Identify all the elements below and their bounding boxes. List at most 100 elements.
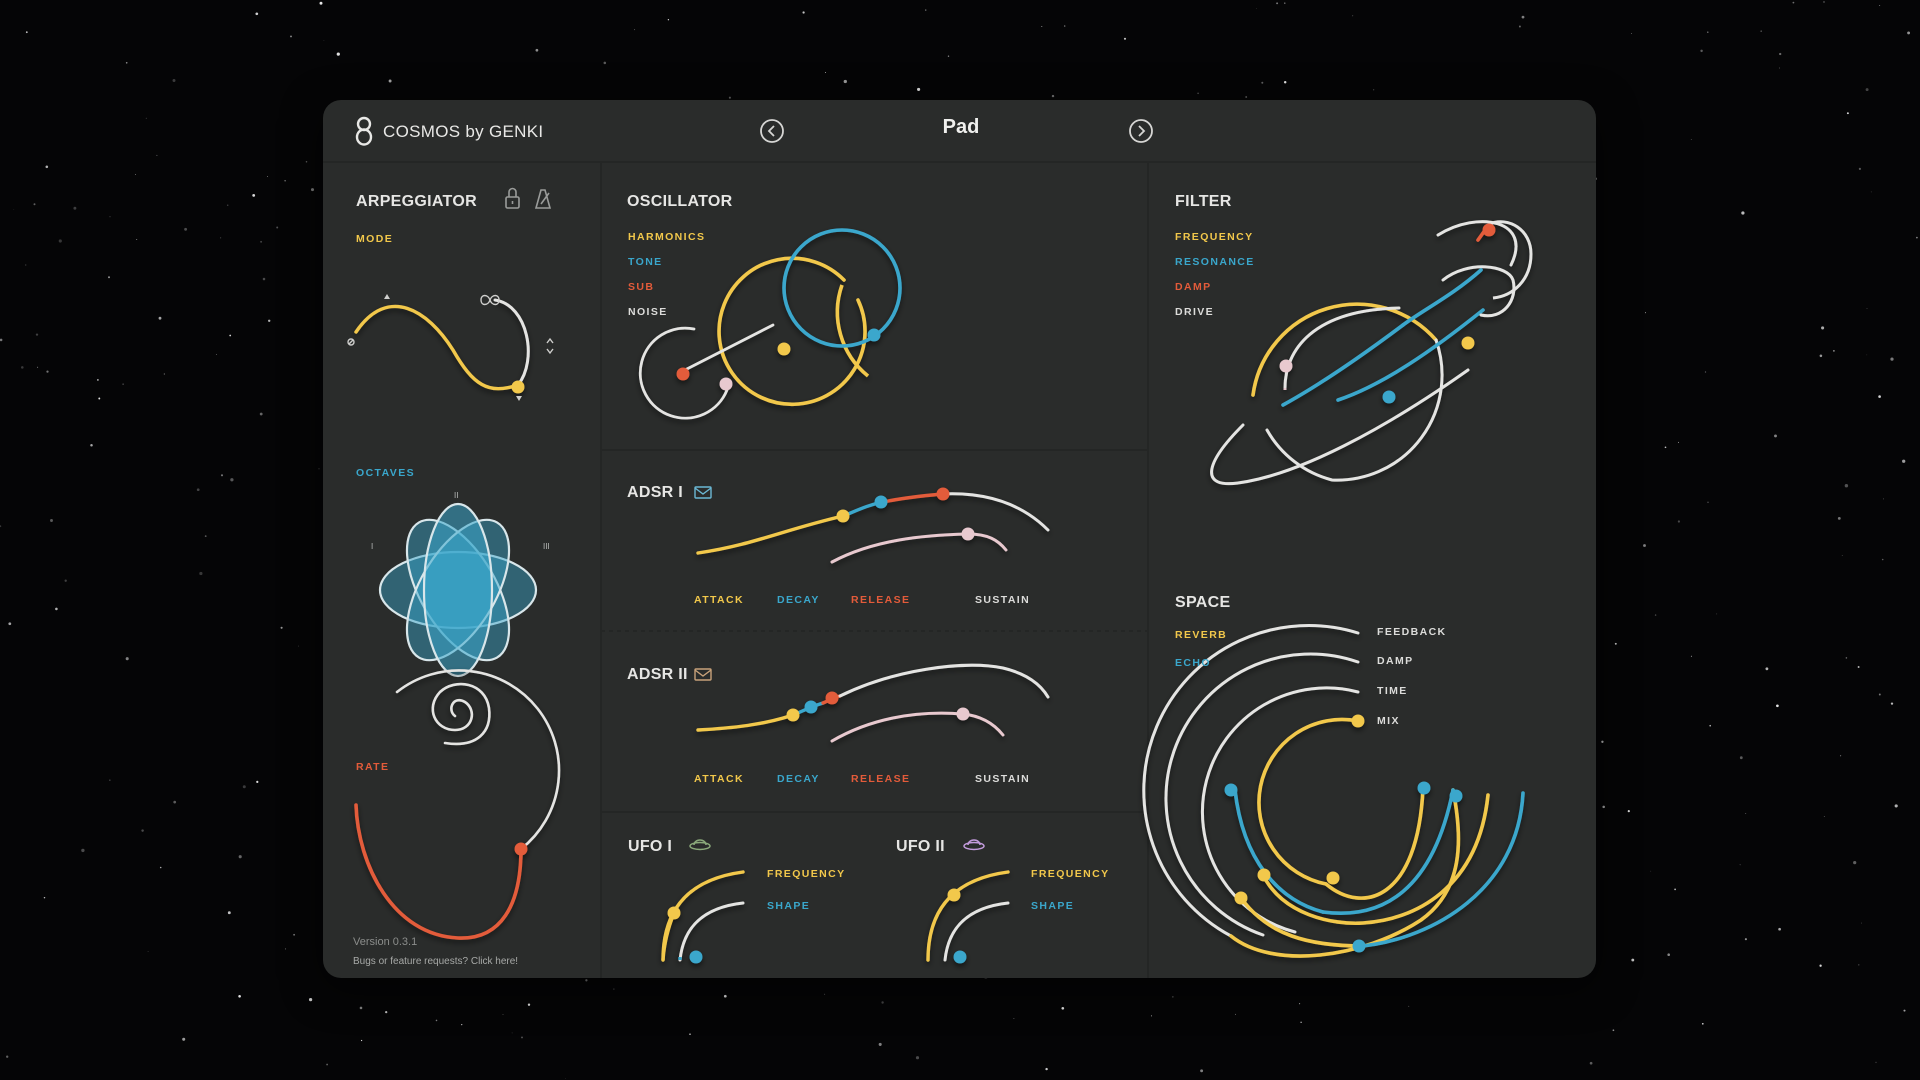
star bbox=[58, 239, 62, 243]
space-title: SPACE bbox=[1175, 594, 1231, 611]
star bbox=[1881, 558, 1884, 561]
ufo-icon bbox=[963, 839, 985, 851]
star bbox=[109, 779, 111, 781]
star bbox=[634, 29, 636, 31]
star bbox=[229, 334, 232, 337]
star bbox=[1123, 37, 1127, 40]
time-label: TIME bbox=[1377, 685, 1408, 697]
star bbox=[1894, 804, 1898, 808]
star bbox=[461, 1023, 463, 1026]
bugs-link[interactable]: Bugs or feature requests? Click here! bbox=[353, 956, 518, 967]
adsr2-attack-label: ATTACK bbox=[694, 773, 745, 785]
star bbox=[359, 1006, 363, 1010]
star bbox=[1645, 312, 1646, 314]
star bbox=[360, 1039, 363, 1042]
star bbox=[1674, 888, 1676, 891]
star bbox=[689, 1033, 691, 1036]
star bbox=[37, 366, 39, 368]
filter-planet-control[interactable] bbox=[1210, 220, 1533, 486]
ufo1-frequency-label: FREQUENCY bbox=[767, 868, 846, 880]
star bbox=[521, 1036, 523, 1039]
star bbox=[1745, 813, 1747, 814]
adsr2-envelope[interactable] bbox=[696, 663, 1050, 743]
star bbox=[1701, 1022, 1704, 1025]
envelope-icon[interactable] bbox=[694, 668, 712, 681]
oscillator-orbit-control[interactable] bbox=[638, 228, 902, 420]
adsr1-envelope[interactable] bbox=[696, 487, 1050, 564]
star bbox=[134, 173, 136, 175]
star bbox=[122, 383, 124, 385]
up-icon bbox=[384, 294, 390, 299]
star bbox=[1861, 922, 1862, 924]
space-arcs-control[interactable] bbox=[1142, 624, 1525, 958]
star bbox=[1299, 1003, 1301, 1005]
star bbox=[1245, 96, 1248, 98]
envelope-icon[interactable] bbox=[694, 486, 712, 499]
star bbox=[1853, 861, 1857, 865]
star bbox=[1779, 52, 1782, 56]
star bbox=[1276, 2, 1279, 5]
star bbox=[1589, 1061, 1593, 1065]
star bbox=[502, 1013, 504, 1016]
star bbox=[1041, 25, 1043, 28]
star bbox=[535, 48, 539, 52]
star bbox=[1792, 1, 1795, 4]
lock-icon[interactable] bbox=[505, 187, 520, 209]
rate-spiral-knob[interactable] bbox=[354, 669, 561, 940]
octave-mark-1: I bbox=[371, 542, 373, 551]
star bbox=[220, 474, 224, 477]
star bbox=[511, 1032, 513, 1034]
adsr1-sustain-label: SUSTAIN bbox=[975, 594, 1031, 606]
star bbox=[1841, 555, 1843, 556]
star bbox=[8, 622, 12, 626]
ufo2-arc-knobs[interactable] bbox=[926, 870, 1010, 964]
star bbox=[173, 800, 177, 804]
arp-mode-knob[interactable] bbox=[354, 298, 530, 394]
echo-label: ECHO bbox=[1175, 657, 1211, 669]
star bbox=[204, 535, 207, 537]
star bbox=[824, 993, 826, 995]
star bbox=[1907, 31, 1911, 35]
star bbox=[297, 645, 299, 647]
star bbox=[728, 96, 731, 99]
octaves-atom-control[interactable] bbox=[378, 502, 538, 678]
star bbox=[262, 277, 266, 281]
prev-preset-button[interactable] bbox=[760, 119, 784, 143]
star bbox=[1013, 1018, 1015, 1020]
star bbox=[109, 216, 111, 218]
down-icon bbox=[516, 396, 522, 401]
metronome-icon[interactable] bbox=[534, 189, 552, 209]
star bbox=[1870, 191, 1872, 193]
adsr1-title: ADSR I bbox=[627, 484, 684, 501]
brand-title: COSMOS by GENKI bbox=[383, 122, 544, 141]
star bbox=[196, 488, 200, 492]
star bbox=[1614, 642, 1617, 645]
star bbox=[1845, 657, 1848, 659]
next-preset-button[interactable] bbox=[1129, 119, 1153, 143]
star bbox=[385, 1010, 388, 1014]
star bbox=[1707, 31, 1709, 33]
star bbox=[1779, 67, 1780, 69]
adsr2-release-label: RELEASE bbox=[851, 773, 911, 785]
star bbox=[667, 19, 670, 21]
controls-canvas: I II III bbox=[323, 116, 1596, 978]
star bbox=[1879, 5, 1881, 7]
star bbox=[1866, 307, 1868, 309]
star bbox=[1739, 864, 1741, 866]
star bbox=[1890, 357, 1894, 361]
star bbox=[1819, 354, 1823, 358]
star bbox=[1857, 666, 1860, 668]
star bbox=[825, 72, 826, 74]
star bbox=[13, 208, 15, 210]
star bbox=[276, 226, 279, 229]
star bbox=[267, 176, 268, 177]
star bbox=[50, 519, 53, 522]
space-damp-label: DAMP bbox=[1377, 655, 1414, 667]
star bbox=[915, 1056, 920, 1060]
star bbox=[603, 61, 607, 65]
star bbox=[1823, 1, 1825, 3]
star bbox=[1916, 236, 1918, 239]
ufo1-arc-knobs[interactable] bbox=[661, 870, 745, 964]
star bbox=[81, 848, 85, 853]
preset-name[interactable]: Pad bbox=[903, 116, 1019, 139]
